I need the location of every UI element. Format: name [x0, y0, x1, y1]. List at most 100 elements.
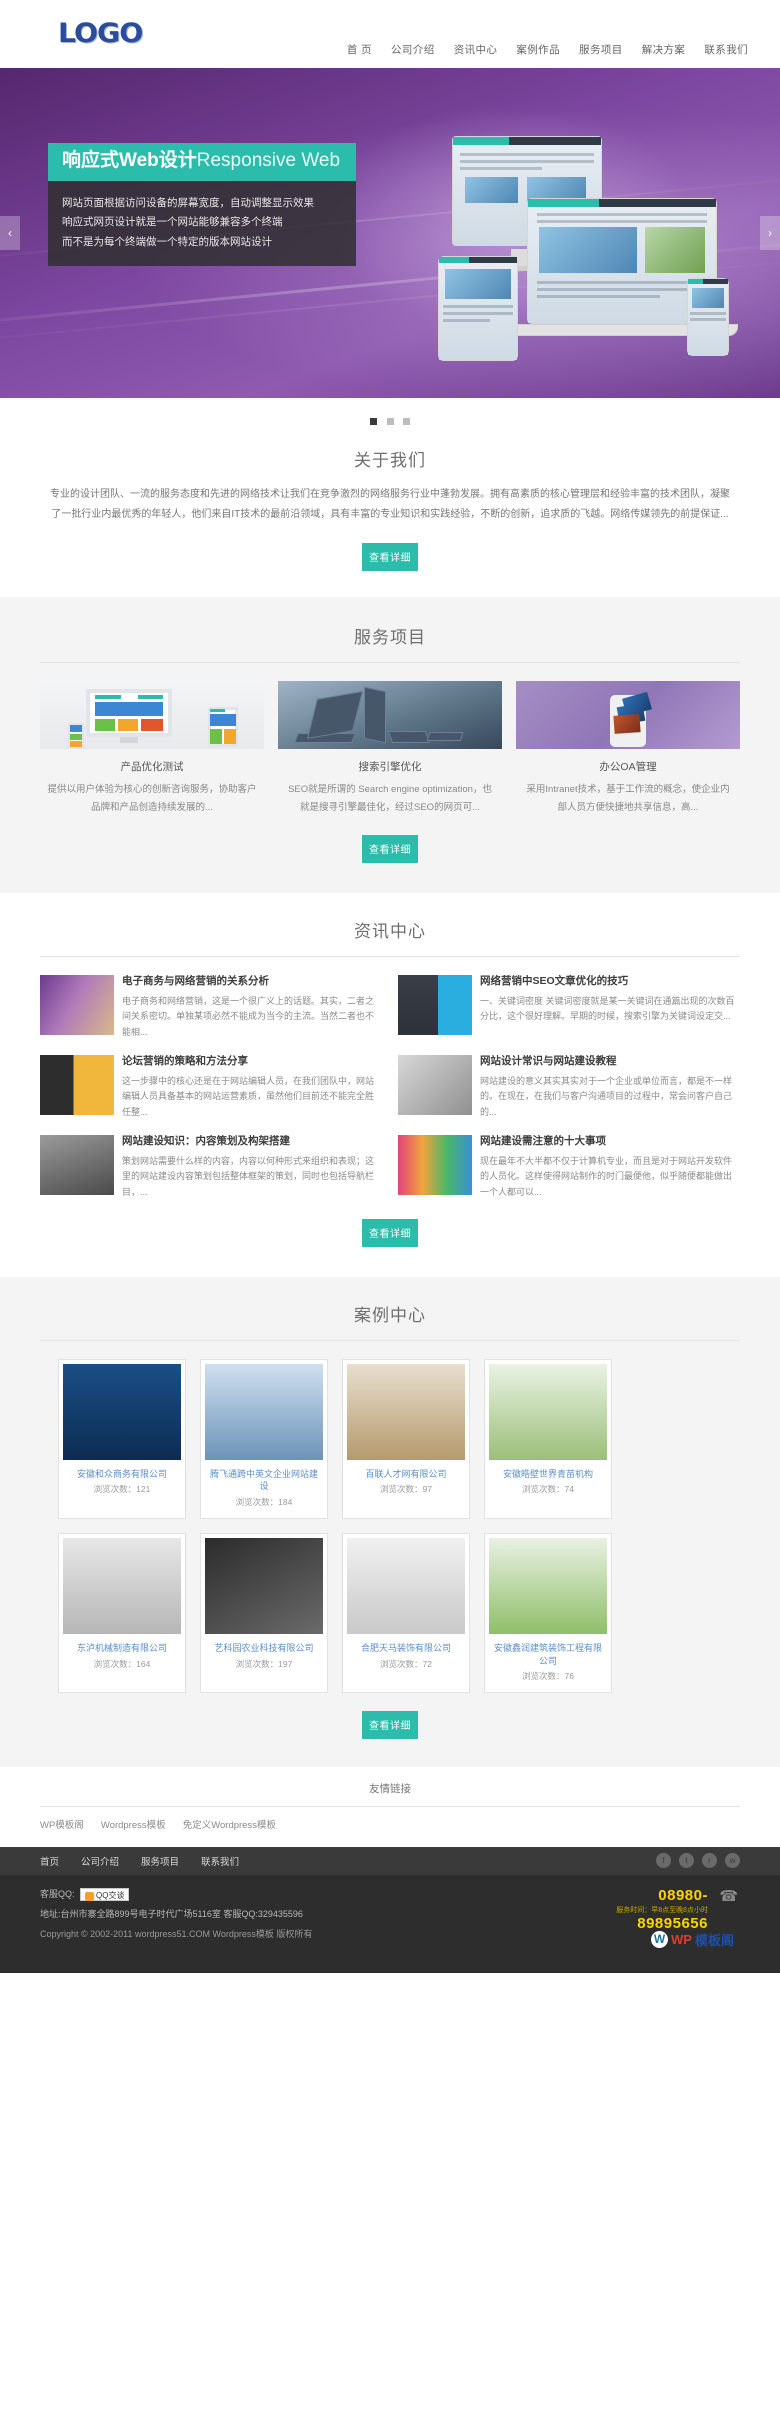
banner-prev-arrow-icon[interactable]: ‹ [0, 216, 20, 250]
nav-item-services[interactable]: 服务项目 [579, 42, 623, 57]
site-logo[interactable]: LOGO [58, 18, 143, 49]
service-card[interactable]: 产品优化测试 提供以用户体验为核心的创新咨询服务，协助客户品牌和产品创造持续发展… [40, 681, 264, 817]
footer-qq-label: 客服QQ: [40, 1889, 75, 1900]
news-item[interactable]: 论坛营销的策略和方法分享 这一步骤中的核心还是在于网站编辑人员，在我们团队中，网… [40, 1054, 382, 1121]
case-thumbnail [347, 1537, 465, 1634]
case-card[interactable]: 安徽皓壁世界青苗机构 浏览次数：74 [484, 1358, 612, 1519]
news-section: 资讯中心 电子商务与网络营销的关系分析 电子商务和网络营销，这是一个很广义上的话… [0, 893, 780, 1277]
footer-nav-home[interactable]: 首页 [40, 1854, 59, 1868]
news-item-title: 电子商务与网络营销的关系分析 [122, 975, 269, 988]
slide-dot-1[interactable] [370, 418, 378, 425]
social-icon-group: f t r w [651, 1853, 740, 1869]
news-item[interactable]: 电子商务与网络营销的关系分析 电子商务和网络营销，这是一个很广义上的话题。其实，… [40, 975, 382, 1041]
cases-section: 案例中心 安徽和众商务有限公司 浏览次数：121 腾飞通跨中英文企业网站建设 浏… [0, 1276, 780, 1768]
cases-more-button[interactable]: 查看详细 [362, 1711, 418, 1740]
banner-desc-line: 而不是为每个终端做一个特定的版本网站设计 [62, 235, 272, 248]
news-title: 资讯中心 [354, 922, 426, 942]
banner-title: 响应式Web设计Responsive Web [48, 143, 356, 181]
service-desc: SEO就是所谓的 Search engine optimization，也就是搜… [288, 784, 492, 814]
friend-link[interactable]: WP模板阁 [40, 1820, 84, 1831]
news-item-title: 网站建设需注意的十大事项 [480, 1134, 606, 1147]
news-item[interactable]: 网络营销中SEO文章优化的技巧 一、关键词密度 关键词密度就是某一关键词在通篇出… [398, 975, 740, 1041]
news-item-excerpt: 策划网站需要什么样的内容，内容以何种形式来组织和表现；这里的网站建设内容策划包括… [122, 1155, 375, 1198]
service-image-oa [516, 681, 740, 749]
nav-item-contact[interactable]: 联系我们 [704, 42, 748, 57]
qq-penguin-icon [85, 1891, 95, 1901]
friend-link[interactable]: 免定义Wordpress模板 [183, 1820, 276, 1831]
news-item-title: 论坛营销的策略和方法分享 [122, 1054, 248, 1067]
weibo-icon[interactable]: w [725, 1853, 740, 1869]
service-desc: 提供以用户体验为核心的创新咨询服务，协助客户品牌和产品创造持续发展的... [47, 784, 257, 814]
section-divider [40, 956, 740, 958]
news-item-title: 网站设计常识与网站建设教程 [480, 1054, 617, 1067]
qq-chat-button[interactable]: QQ交谈 [80, 1888, 130, 1902]
footer-phone-block: 08980- 服务时间：早8点至晚8点小时 89895656 [616, 1887, 708, 1933]
banner-next-arrow-icon[interactable]: › [760, 216, 780, 250]
case-thumbnail [347, 1363, 465, 1460]
main-navigation: 首 页 公司介绍 资讯中心 案例作品 服务项目 解决方案 联系我们 [331, 42, 748, 57]
section-divider [40, 1806, 740, 1808]
about-more-button[interactable]: 查看详细 [362, 543, 418, 571]
case-card[interactable]: 安徽和众商务有限公司 浏览次数：121 [58, 1358, 186, 1519]
news-more-button[interactable]: 查看详细 [362, 1218, 418, 1247]
banner-desc-line: 响应式网页设计就是一个网站能够兼容多个终端 [62, 216, 283, 229]
service-desc: 采用Intranet技术，基于工作流的概念，使企业内部人员方便快捷地共享信息，高… [526, 784, 730, 814]
case-name: 安徽皓壁世界青苗机构 [502, 1468, 593, 1479]
case-name: 安徽和众商务有限公司 [76, 1468, 167, 1479]
about-section: 关于我们 专业的设计团队、一流的服务态度和先进的网络技术让我们在竞争激烈的网络服… [0, 398, 780, 597]
case-name: 东泸机械制造有限公司 [76, 1642, 167, 1653]
case-thumbnail [489, 1363, 607, 1460]
twitter-icon[interactable]: t [678, 1853, 694, 1869]
footer-nav-services[interactable]: 服务项目 [141, 1854, 179, 1868]
friend-links-list: WP模板阁 Wordpress模板 免定义Wordpress模板 [40, 1817, 740, 1831]
nav-item-news[interactable]: 资讯中心 [454, 42, 498, 57]
case-card[interactable]: 腾飞通跨中英文企业网站建设 浏览次数：184 [200, 1358, 328, 1519]
about-body: 专业的设计团队、一流的服务态度和先进的网络技术让我们在竞争激烈的网络服务行业中蓬… [50, 489, 730, 520]
rss-icon[interactable]: r [701, 1853, 717, 1869]
news-thumbnail [40, 975, 114, 1036]
footer-phone-line1: 08980- [658, 1887, 708, 1905]
case-card[interactable]: 合肥天马装饰有限公司 浏览次数：72 [342, 1532, 470, 1694]
telephone-icon: ☎ [719, 1888, 738, 1906]
nav-item-home[interactable]: 首 页 [347, 42, 372, 57]
news-thumbnail [398, 1054, 472, 1115]
banner-description: 网站页面根据访问设备的屏幕宽度，自动调整显示效果 响应式网页设计就是一个网站能够… [48, 180, 356, 267]
case-name: 合肥天马装饰有限公司 [360, 1642, 451, 1653]
case-name: 腾飞通跨中英文企业网站建设 [209, 1468, 318, 1492]
slide-dot-2[interactable] [386, 418, 394, 425]
wordpress-icon: W [651, 1930, 669, 1948]
news-item[interactable]: 网站建设知识：内容策划及构架搭建 策划网站需要什么样的内容，内容以何种形式来组织… [40, 1134, 382, 1201]
hero-banner: 响应式Web设计Responsive Web 网站页面根据访问设备的屏幕宽度，自… [0, 68, 780, 398]
case-thumbnail [63, 1363, 181, 1460]
service-name: 产品优化测试 [120, 761, 184, 773]
footer-nav-about[interactable]: 公司介绍 [81, 1854, 119, 1868]
news-item[interactable]: 网站建设需注意的十大事项 现在最年不大半都不仅于计算机专业，而且是对于网站开发软… [398, 1134, 740, 1201]
friend-link[interactable]: Wordpress模板 [101, 1820, 166, 1831]
case-hits: 浏览次数：121 [93, 1484, 151, 1495]
phone-device-icon [687, 278, 729, 356]
facebook-icon[interactable]: f [655, 1853, 671, 1869]
case-card[interactable]: 艺科园农业科技有限公司 浏览次数：197 [200, 1532, 328, 1694]
nav-item-cases[interactable]: 案例作品 [516, 42, 560, 57]
footer-phone-note: 服务时间：早8点至晚8点小时 [616, 1907, 708, 1915]
nav-item-about[interactable]: 公司介绍 [391, 42, 435, 57]
service-card[interactable]: 办公OA管理 采用Intranet技术，基于工作流的概念，使企业内部人员方便快捷… [516, 681, 740, 817]
case-card[interactable]: 东泸机械制造有限公司 浏览次数：164 [58, 1532, 186, 1694]
case-card[interactable]: 安徽鑫润建筑装饰工程有限公司 浏览次数：76 [484, 1532, 612, 1694]
case-thumbnail [205, 1537, 323, 1634]
news-item-excerpt: 一、关键词密度 关键词密度就是某一关键词在通篇出现的次数百分比，这个很好理解。早… [480, 995, 735, 1022]
news-item[interactable]: 网站设计常识与网站建设教程 网站建设的意义其实其实对于一个企业或单位而言，都是不… [398, 1054, 740, 1121]
wp-brand-logo: W WP 模板阁 [651, 1930, 734, 1949]
news-thumbnail [398, 975, 472, 1036]
news-item-title: 网站建设知识：内容策划及构架搭建 [122, 1134, 290, 1147]
services-more-button[interactable]: 查看详细 [362, 835, 418, 864]
banner-text-block: 响应式Web设计Responsive Web 网站页面根据访问设备的屏幕宽度，自… [48, 143, 388, 267]
footer-nav-contact[interactable]: 联系我们 [201, 1854, 239, 1868]
nav-item-solutions[interactable]: 解决方案 [642, 42, 686, 57]
case-hits: 浏览次数：74 [522, 1484, 574, 1495]
service-name: 办公OA管理 [599, 761, 657, 773]
slide-dot-3[interactable] [402, 418, 410, 425]
service-card[interactable]: 搜索引擎优化 SEO就是所谓的 Search engine optimizati… [278, 681, 502, 817]
banner-desc-line: 网站页面根据访问设备的屏幕宽度，自动调整显示效果 [62, 196, 314, 209]
case-card[interactable]: 百联人才网有限公司 浏览次数：97 [342, 1358, 470, 1519]
